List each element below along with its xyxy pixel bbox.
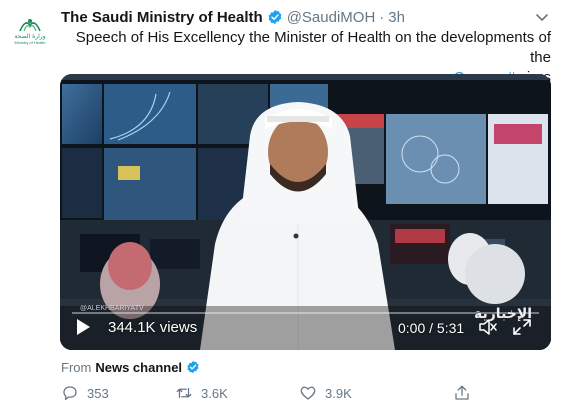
fullscreen-icon[interactable]: [512, 318, 532, 336]
tweet-header: The Saudi Ministry of Health @SaudiMOH ·…: [61, 7, 556, 27]
separator-dot: ·: [379, 8, 385, 26]
retweet-button[interactable]: 3.6K: [175, 382, 228, 404]
source-prefix: From: [61, 359, 92, 375]
display-name[interactable]: The Saudi Ministry of Health: [61, 9, 263, 26]
mute-icon[interactable]: [478, 318, 498, 336]
source-name[interactable]: News channel: [95, 360, 182, 375]
ministry-logo-icon: [19, 19, 41, 32]
retweet-icon: [176, 387, 192, 399]
reply-icon: [63, 386, 77, 401]
reply-button[interactable]: 353: [61, 382, 109, 404]
tweet-timestamp[interactable]: 3h: [388, 9, 405, 26]
avatar-subtext: Ministry of Health: [14, 40, 46, 45]
video-timecode: 0:00 / 5:31: [398, 320, 465, 336]
tweet-actions: 353 3.6K 3.9K: [61, 382, 491, 404]
channel-watermark: @ALEKHBARIYATV: [80, 305, 144, 312]
like-button[interactable]: 3.9K: [299, 382, 352, 404]
avatar-arabic-text: وزارة الصحة: [14, 33, 46, 40]
heart-icon: [300, 386, 316, 400]
avatar[interactable]: وزارة الصحة Ministry of Health: [8, 9, 52, 53]
retweet-count: 3.6K: [201, 385, 228, 401]
source-row: From News channel: [61, 358, 200, 376]
verified-badge-icon: [187, 360, 199, 374]
reply-count: 353: [87, 385, 109, 401]
verified-badge-icon: [268, 10, 282, 24]
like-count: 3.9K: [325, 385, 352, 401]
tweet-card[interactable]: وزارة الصحة Ministry of Health The Saudi…: [0, 0, 566, 407]
video-views: 344.1K views: [108, 319, 198, 336]
chevron-down-icon[interactable]: [534, 9, 550, 25]
tweet-text-line1: Speech of His Excellency the Minister of…: [75, 29, 551, 66]
share-icon: [455, 385, 469, 400]
user-handle[interactable]: @SaudiMOH: [287, 9, 376, 26]
play-icon[interactable]: [75, 318, 91, 336]
share-button[interactable]: [453, 382, 471, 404]
